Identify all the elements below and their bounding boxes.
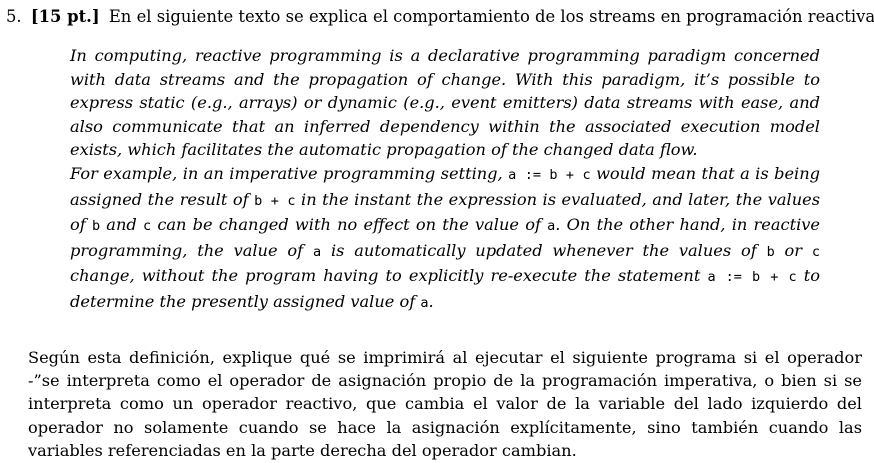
inline-code: b + c xyxy=(254,192,296,209)
quote-text: change, without the program having to ex… xyxy=(70,266,708,286)
quote-paragraph-2: For example, in an imperative programmin… xyxy=(70,162,820,316)
inline-code: b xyxy=(91,218,101,235)
inline-code: c xyxy=(142,218,152,235)
quote-text: and xyxy=(100,215,143,235)
question-intro: En el siguiente texto se explica el comp… xyxy=(108,7,874,26)
inline-code: c xyxy=(811,243,821,260)
quote-text: can be changed with no effect on the val… xyxy=(151,215,548,235)
inline-code: a := b + c xyxy=(508,166,591,183)
question-body: Según esta definición, explique qué se i… xyxy=(28,347,862,461)
inline-code: b xyxy=(766,243,775,260)
quote-text: or xyxy=(774,240,812,260)
quote-text: is automatically updated whenever the va… xyxy=(321,240,767,260)
quote-paragraph-1: In computing, reactive programming is a … xyxy=(70,46,820,160)
quoted-definition: In computing, reactive programming is a … xyxy=(70,44,820,316)
quote-text: . xyxy=(428,291,434,311)
question-5: 5. [15 pt.] En el siguiente texto se exp… xyxy=(6,6,874,463)
quote-text: For example, in an imperative programmin… xyxy=(70,163,509,183)
question-points: [15 pt.] xyxy=(30,7,100,26)
inline-code: a xyxy=(420,294,429,311)
question-number: 5. xyxy=(6,7,22,26)
inline-code: a xyxy=(312,243,322,260)
inline-code: a := b + c xyxy=(707,269,797,286)
question-header: 5. [15 pt.] En el siguiente texto se exp… xyxy=(6,6,874,28)
